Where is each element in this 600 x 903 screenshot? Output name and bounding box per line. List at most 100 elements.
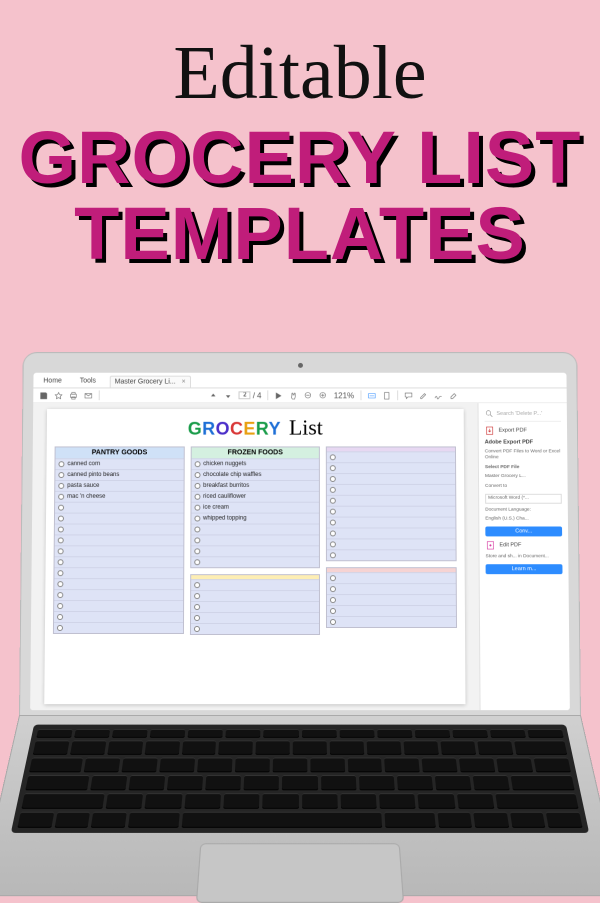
list-row[interactable] [327, 495, 455, 506]
list-row[interactable] [54, 611, 183, 622]
tab-document[interactable]: Master Grocery Li... × [110, 376, 191, 388]
list-row[interactable] [327, 549, 455, 560]
checkbox-circle[interactable] [330, 597, 336, 603]
convert-button[interactable]: Conv... [485, 526, 562, 536]
checkbox-circle[interactable] [194, 516, 200, 522]
list-row[interactable]: whipped topping [191, 513, 319, 524]
search-icon[interactable] [484, 409, 493, 418]
list-row[interactable] [327, 506, 455, 517]
checkbox-circle[interactable] [330, 541, 336, 547]
page-input[interactable] [239, 391, 251, 399]
print-icon[interactable] [69, 391, 78, 400]
checkbox-circle[interactable] [194, 626, 200, 632]
list-row[interactable] [327, 451, 455, 462]
list-row[interactable] [191, 601, 320, 612]
list-row[interactable] [327, 583, 456, 594]
list-row[interactable] [327, 462, 455, 473]
list-row[interactable] [54, 622, 183, 633]
list-row[interactable]: ice cream [191, 502, 319, 513]
checkbox-circle[interactable] [330, 498, 336, 504]
checkbox-circle[interactable] [194, 494, 200, 500]
checkbox-circle[interactable] [57, 592, 63, 598]
list-row[interactable] [55, 513, 183, 524]
checkbox-circle[interactable] [330, 520, 336, 526]
list-row[interactable] [55, 524, 183, 535]
checkbox-circle[interactable] [57, 614, 63, 620]
list-row[interactable] [54, 578, 183, 589]
highlight-icon[interactable] [419, 391, 428, 400]
list-row[interactable] [55, 545, 183, 556]
checkbox-circle[interactable] [194, 615, 200, 621]
checkbox-circle[interactable] [58, 516, 64, 522]
zoom-out-icon[interactable] [304, 391, 313, 400]
star-icon[interactable] [54, 391, 63, 400]
list-row[interactable]: canned corn [55, 458, 183, 469]
checkbox-circle[interactable] [194, 526, 200, 532]
checkbox-circle[interactable] [194, 505, 200, 511]
checkbox-circle[interactable] [58, 526, 64, 532]
tab-tools[interactable]: Tools [76, 376, 100, 388]
comment-icon[interactable] [404, 391, 413, 400]
list-row[interactable]: chicken nuggets [191, 458, 319, 469]
list-row[interactable] [191, 590, 320, 601]
checkbox-circle[interactable] [330, 487, 336, 493]
checkbox-circle[interactable] [330, 575, 336, 581]
search-placeholder[interactable]: Search 'Delete P...' [496, 411, 542, 417]
checkbox-circle[interactable] [58, 483, 64, 489]
sign-icon[interactable] [433, 391, 442, 400]
list-row[interactable]: pasta sauce [55, 480, 183, 491]
trackpad[interactable] [196, 843, 404, 903]
list-row[interactable]: chocolate chip waffles [191, 469, 319, 480]
list-row[interactable] [54, 567, 182, 578]
list-row[interactable] [327, 616, 456, 627]
checkbox-circle[interactable] [58, 472, 64, 478]
list-row[interactable]: canned pinto beans [55, 469, 183, 480]
list-row[interactable] [54, 589, 183, 600]
checkbox-circle[interactable] [58, 559, 64, 565]
edit-pdf-tool[interactable]: Edit PDF [485, 540, 562, 550]
checkbox-circle[interactable] [57, 625, 63, 631]
checkbox-circle[interactable] [194, 559, 200, 565]
arrow-icon[interactable] [274, 391, 283, 400]
list-row[interactable] [191, 545, 319, 556]
checkbox-circle[interactable] [194, 483, 200, 489]
list-row[interactable] [327, 538, 455, 549]
checkbox-circle[interactable] [330, 619, 336, 625]
close-icon[interactable]: × [182, 379, 186, 386]
checkbox-circle[interactable] [330, 465, 336, 471]
list-row[interactable] [191, 524, 319, 535]
learn-button[interactable]: Learn m... [486, 564, 563, 574]
checkbox-circle[interactable] [58, 461, 64, 467]
checkbox-circle[interactable] [194, 604, 200, 610]
mail-icon[interactable] [84, 391, 93, 400]
save-icon[interactable] [39, 391, 48, 400]
checkbox-circle[interactable] [330, 586, 336, 592]
list-row[interactable] [191, 623, 320, 634]
list-row[interactable]: mac 'n cheese [55, 491, 183, 502]
checkbox-circle[interactable] [57, 603, 63, 609]
page-up-icon[interactable] [209, 391, 218, 400]
list-row[interactable] [327, 572, 455, 583]
checkbox-circle[interactable] [58, 505, 64, 511]
convert-target[interactable]: Microsoft Word (*... [485, 494, 562, 504]
checkbox-circle[interactable] [194, 593, 200, 599]
export-pdf-tool[interactable]: Export PDF [485, 426, 562, 436]
checkbox-circle[interactable] [194, 461, 200, 467]
checkbox-circle[interactable] [58, 537, 64, 543]
list-row[interactable] [191, 612, 320, 623]
hand-icon[interactable] [289, 391, 298, 400]
checkbox-circle[interactable] [330, 530, 336, 536]
keyboard[interactable] [11, 725, 589, 833]
checkbox-circle[interactable] [194, 472, 200, 478]
checkbox-circle[interactable] [57, 570, 63, 576]
list-row[interactable] [327, 473, 455, 484]
list-row[interactable] [191, 579, 320, 590]
list-row[interactable] [191, 556, 319, 567]
list-row[interactable] [327, 484, 455, 495]
list-row[interactable] [327, 517, 455, 528]
tab-home[interactable]: Home [39, 376, 66, 388]
checkbox-circle[interactable] [57, 581, 63, 587]
selected-file[interactable]: Master Grocery L... [485, 474, 562, 480]
page-down-icon[interactable] [224, 391, 233, 400]
checkbox-circle[interactable] [194, 582, 200, 588]
